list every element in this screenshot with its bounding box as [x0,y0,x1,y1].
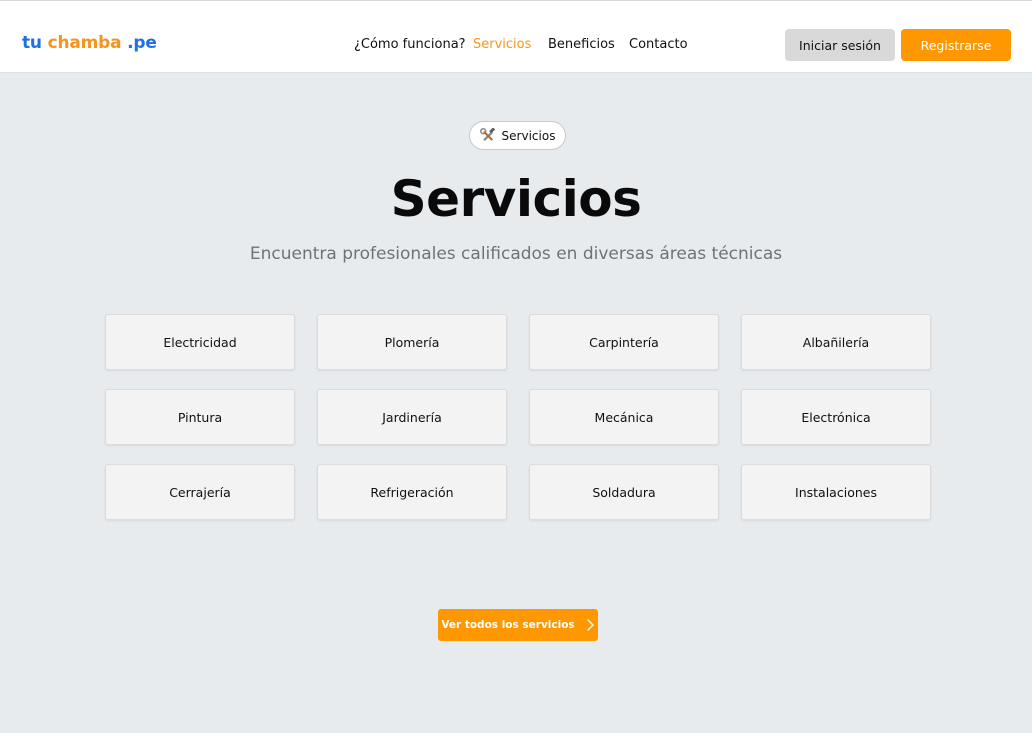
service-card-albanileria[interactable]: Albañilería [741,314,931,370]
page-subtitle: Encuentra profesionales calificados en d… [249,244,783,264]
nav-servicios[interactable]: Servicios [473,37,531,52]
brand-logo-part-1: tu [22,33,42,53]
brand-logo-part-2: chamba [47,33,122,53]
service-card-plomeria[interactable]: Plomería [317,314,507,370]
section-badge: Servicios [469,121,566,150]
service-card-instalaciones[interactable]: Instalaciones [741,464,931,520]
service-card-refrigeracion[interactable]: Refrigeración [317,464,507,520]
brand-logo-part-3: .pe [127,33,157,53]
chevron-right-icon [585,618,595,632]
nav-beneficios[interactable]: Beneficios [548,37,615,52]
brand-logo[interactable]: tu chamba .pe [22,33,157,53]
service-card-mecanica[interactable]: Mecánica [529,389,719,445]
service-card-carpinteria[interactable]: Carpintería [529,314,719,370]
service-card-electronica[interactable]: Electrónica [741,389,931,445]
section-badge-label: Servicios [501,128,556,143]
service-card-pintura[interactable]: Pintura [105,389,295,445]
view-all-services-label: Ver todos los servicios [441,619,575,631]
register-button[interactable]: Registrarse [901,29,1011,61]
view-all-services-button[interactable]: Ver todos los servicios [438,609,598,641]
nav-como-funciona[interactable]: ¿Cómo funciona? [354,37,466,52]
tools-icon [479,127,496,144]
services-grid: Electricidad Plomería Carpintería Albañi… [105,314,931,520]
service-card-electricidad[interactable]: Electricidad [105,314,295,370]
page: tu chamba .pe ¿Cómo funciona? Servicios … [0,0,1032,733]
service-card-soldadura[interactable]: Soldadura [529,464,719,520]
service-card-cerrajeria[interactable]: Cerrajería [105,464,295,520]
nav-contacto[interactable]: Contacto [629,37,688,52]
service-card-jardineria[interactable]: Jardinería [317,389,507,445]
login-button[interactable]: Iniciar sesión [785,29,895,61]
page-title: Servicios [390,170,642,228]
top-navbar: tu chamba .pe ¿Cómo funciona? Servicios … [0,0,1032,73]
